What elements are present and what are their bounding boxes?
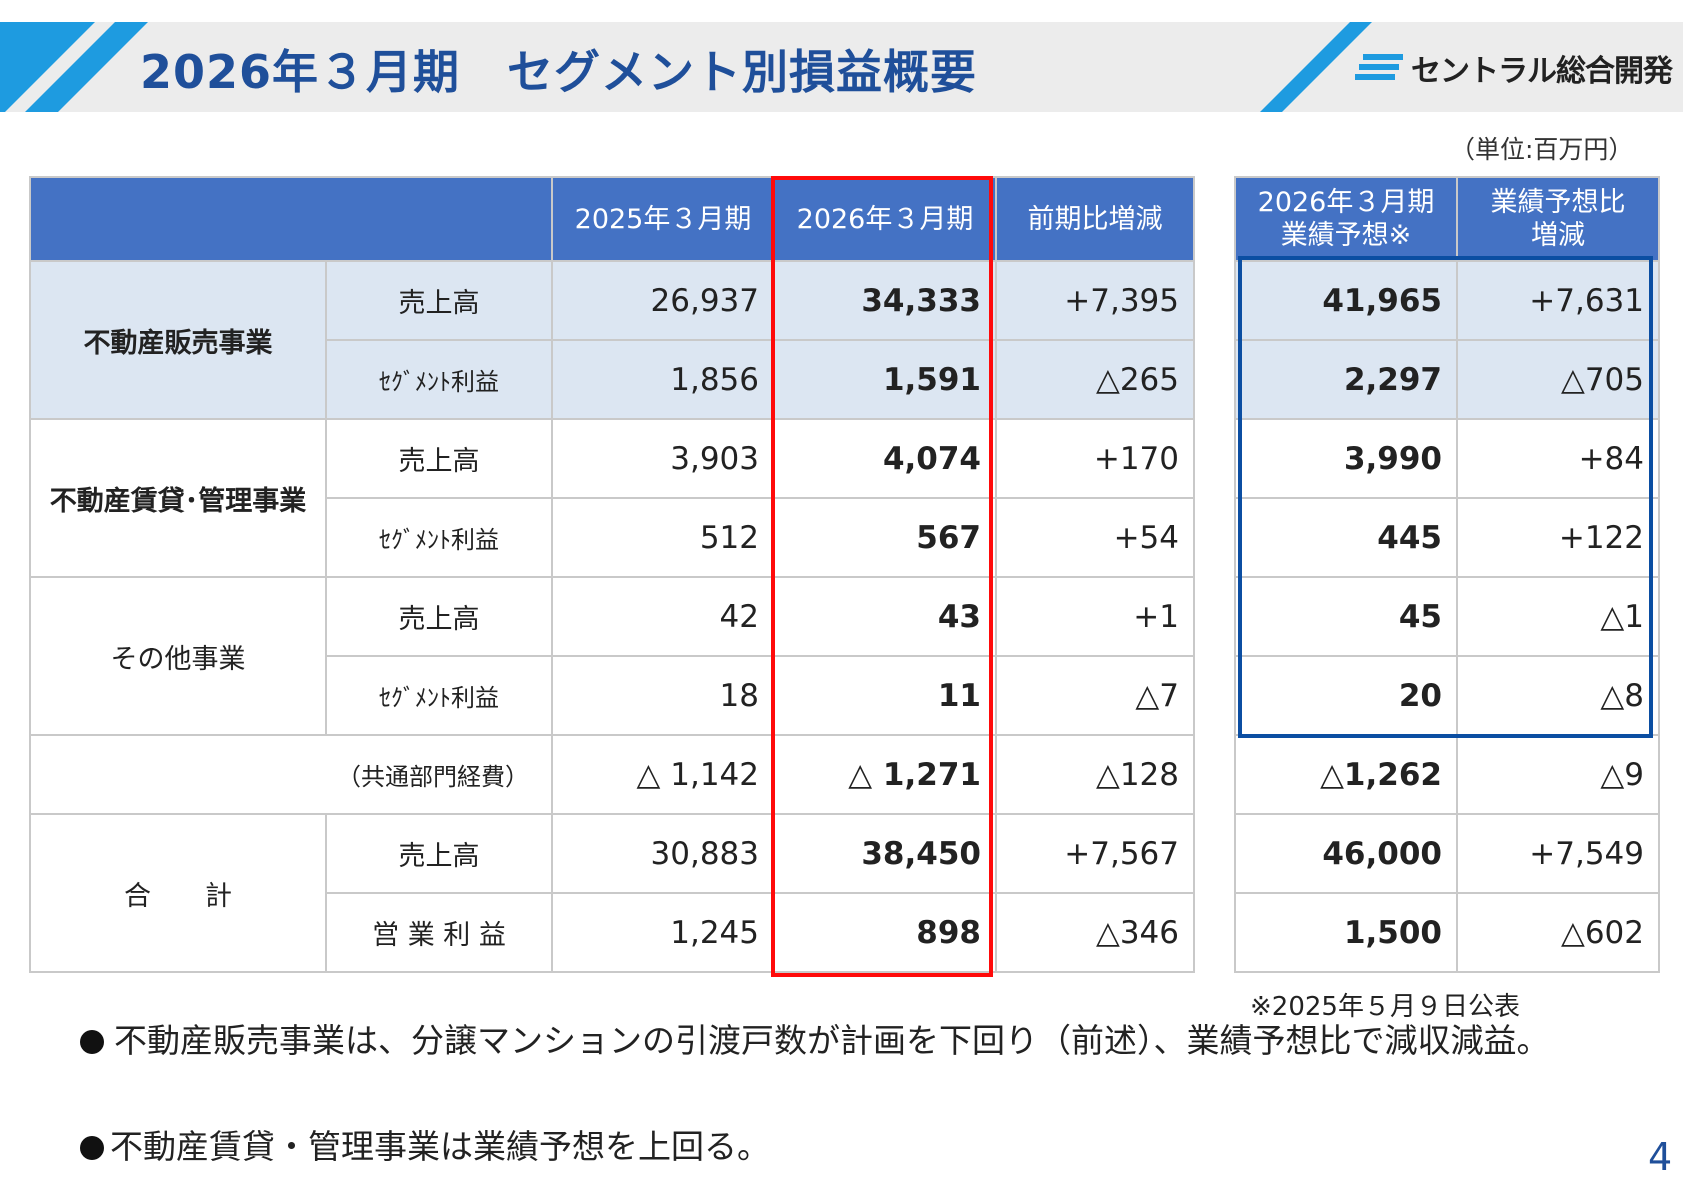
bullet-point: 不動産販売事業は、分譲マンションの引渡戸数が計画を下回り（前述）、業績予想比で減… xyxy=(80,1018,1620,1064)
item-label: （共通部門経費） xyxy=(29,734,553,815)
page-number: 4 xyxy=(1648,1135,1673,1179)
col-header-diff: 前期比増減 xyxy=(995,176,1195,262)
item-label: 売上高 xyxy=(325,260,553,341)
item-label: ｾｸﾞﾒﾝﾄ利益 xyxy=(325,655,553,736)
cell-diff: △7 xyxy=(995,655,1195,736)
cell-diff: +170 xyxy=(995,418,1195,499)
table-row: △1,262 △9 xyxy=(1234,734,1660,815)
cell-forecast: 1,500 xyxy=(1234,892,1458,973)
cell-diff: +1 xyxy=(995,576,1195,657)
cell-forecast-diff: +7,549 xyxy=(1456,813,1660,894)
segment-label: その他事業 xyxy=(29,576,327,736)
current-period-highlight-box xyxy=(771,176,993,977)
cell-prev: 3,903 xyxy=(551,418,775,499)
bullet-dot-icon xyxy=(80,1030,104,1054)
bullet-dot-icon xyxy=(80,1136,104,1160)
segment-label: 不動産販売事業 xyxy=(29,260,327,420)
logo-text: セントラル総合開発 xyxy=(1411,54,1673,89)
cell-diff: △346 xyxy=(995,892,1195,973)
cell-diff: +7,395 xyxy=(995,260,1195,341)
table-row: その他事業 売上高 42 43 +1 xyxy=(29,576,1195,736)
logo-mark-icon xyxy=(1355,54,1403,80)
item-label: 売上高 xyxy=(325,418,553,499)
cell-forecast: 46,000 xyxy=(1234,813,1458,894)
page-title: 2026年３月期 セグメント別損益概要 xyxy=(140,45,978,99)
company-logo: セントラル総合開発 xyxy=(1355,48,1673,89)
cell-forecast: △1,262 xyxy=(1234,734,1458,815)
bullet-text: 不動産販売事業は、分譲マンションの引渡戸数が計画を下回り（前述）、業績予想比で減… xyxy=(114,1021,1550,1060)
bullet-point: 不動産賃貸・管理事業は業績予想を上回る。 xyxy=(80,1124,1620,1170)
cell-prev: 42 xyxy=(551,576,775,657)
cell-diff: △128 xyxy=(995,734,1195,815)
cell-diff: +54 xyxy=(995,497,1195,578)
cell-forecast-diff: △602 xyxy=(1456,892,1660,973)
item-label: 売上高 xyxy=(325,813,553,894)
cell-prev: 512 xyxy=(551,497,775,578)
header-stripe-decoration xyxy=(0,22,148,112)
col-header-forecast: 2026年３月期 業績予想※ xyxy=(1234,176,1458,262)
cell-prev: 30,883 xyxy=(551,813,775,894)
cell-diff: △265 xyxy=(995,339,1195,420)
col-header-forecast-diff: 業績予想比 増減 xyxy=(1456,176,1660,262)
table-header-blank xyxy=(29,176,553,262)
item-label: 営 業 利 益 xyxy=(325,892,553,973)
segment-label: 合 計 xyxy=(29,813,327,973)
table-row: （共通部門経費） △ 1,142 △ 1,271 △128 xyxy=(29,734,1195,815)
cell-prev: 18 xyxy=(551,655,775,736)
segment-table: 2025年３月期 2026年３月期 前期比増減 不動産販売事業 売上高 26,9… xyxy=(29,176,1195,973)
cell-diff: +7,567 xyxy=(995,813,1195,894)
item-label: 売上高 xyxy=(325,576,553,657)
cell-prev: 1,245 xyxy=(551,892,775,973)
cell-prev: 1,856 xyxy=(551,339,775,420)
col-header-prev: 2025年３月期 xyxy=(551,176,775,262)
table-row: 不動産販売事業 売上高 26,937 34,333 +7,395 xyxy=(29,260,1195,420)
forecast-highlight-box xyxy=(1238,256,1653,738)
item-label: ｾｸﾞﾒﾝﾄ利益 xyxy=(325,497,553,578)
cell-prev: 26,937 xyxy=(551,260,775,341)
table-row: 合 計 売上高 30,883 38,450 +7,567 xyxy=(29,813,1195,973)
unit-label: （単位:百万円） xyxy=(1450,135,1634,164)
table-row: 不動産賃貸･管理事業 売上高 3,903 4,074 +170 xyxy=(29,418,1195,578)
cell-forecast-diff: △9 xyxy=(1456,734,1660,815)
bullet-text: 不動産賃貸・管理事業は業績予想を上回る。 xyxy=(110,1127,770,1166)
segment-label: 不動産賃貸･管理事業 xyxy=(29,418,327,578)
table-row: 1,500 △602 xyxy=(1234,892,1660,973)
table-row: 46,000 +7,549 xyxy=(1234,813,1660,894)
cell-prev: △ 1,142 xyxy=(551,734,775,815)
item-label: ｾｸﾞﾒﾝﾄ利益 xyxy=(325,339,553,420)
